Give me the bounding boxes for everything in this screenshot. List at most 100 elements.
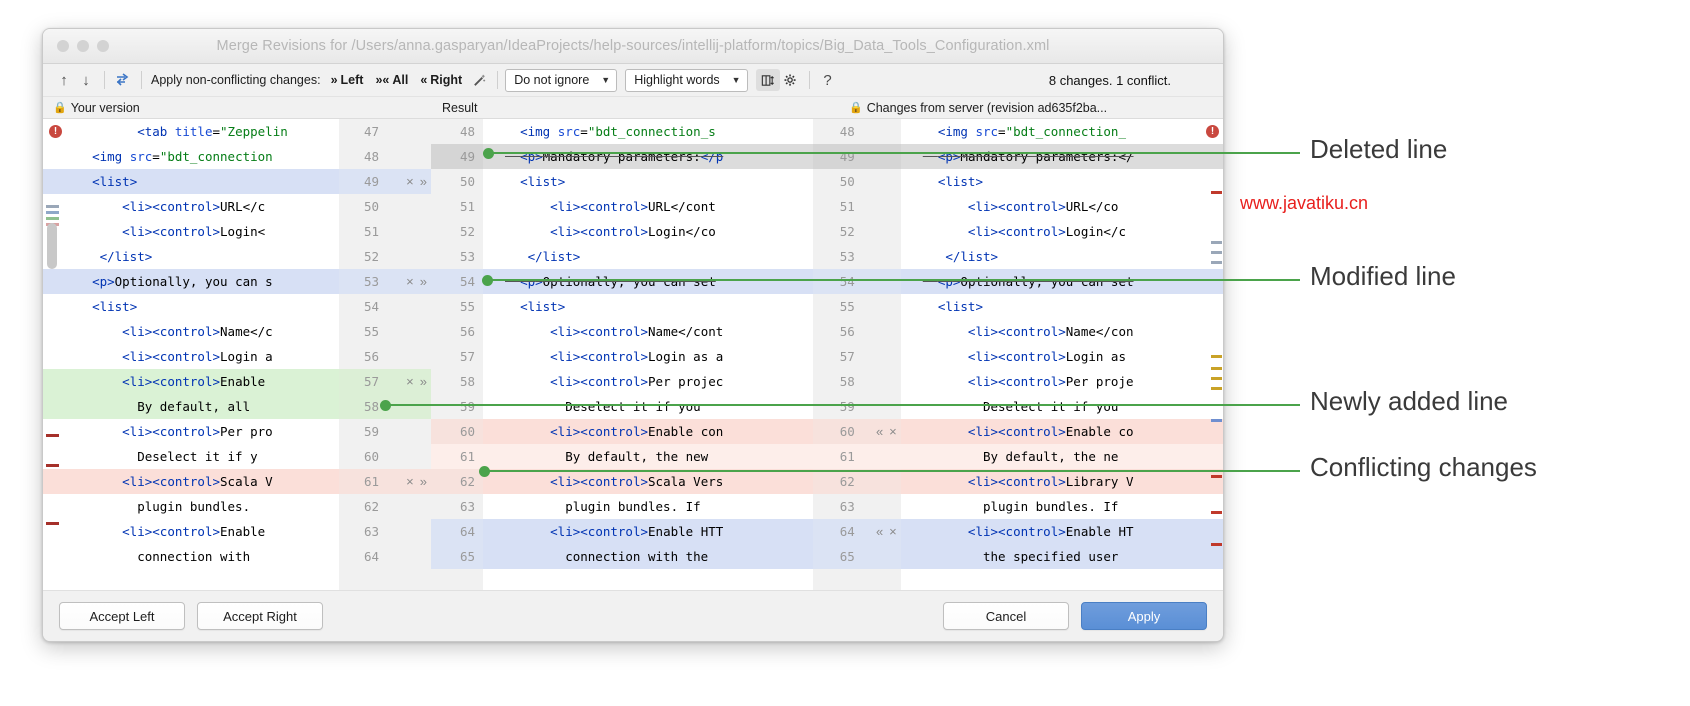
- highlight-policy-select[interactable]: Highlight words ▼: [625, 69, 747, 92]
- gear-icon[interactable]: [780, 69, 802, 91]
- diff-action-cell[interactable]: ×»: [387, 169, 431, 194]
- apply-button[interactable]: Apply: [1081, 602, 1207, 630]
- code-line: <list>: [43, 294, 339, 319]
- error-stripe-marker[interactable]: [1211, 511, 1222, 514]
- apply-change-icon[interactable]: «: [876, 524, 883, 539]
- code-line: <li><control>Enable HTT: [483, 519, 813, 544]
- error-icon[interactable]: !: [49, 125, 62, 138]
- code-line: <list>: [483, 169, 813, 194]
- magic-wand-icon[interactable]: [468, 69, 490, 91]
- right-error-stripe[interactable]: [1210, 119, 1223, 590]
- code-line: <li><control>Enable co: [901, 419, 1223, 444]
- error-stripe-marker[interactable]: [1211, 387, 1222, 390]
- ignore-change-icon[interactable]: ×: [889, 524, 897, 539]
- code-line: <p>Optionally, you can set: [483, 269, 813, 294]
- error-stripe-marker[interactable]: [1211, 377, 1222, 380]
- apply-change-icon[interactable]: »: [420, 474, 427, 489]
- toolbar-divider-2: [141, 71, 142, 89]
- ignore-change-icon[interactable]: ×: [406, 474, 414, 489]
- next-difference-icon[interactable]: ↓: [75, 69, 97, 91]
- diff-action-cell[interactable]: ×»: [387, 269, 431, 294]
- line-number: 63: [431, 494, 483, 519]
- code-line: By default, all: [43, 394, 339, 419]
- line-number: 58: [813, 369, 861, 394]
- result-pane[interactable]: <img src="bdt_connection_s <p>Mandatory …: [483, 119, 813, 590]
- left-version-pane[interactable]: <tab title="Zeppelin! <img src="bdt_conn…: [43, 119, 339, 590]
- apply-nonconflicting-label: Apply non-conflicting changes:: [151, 73, 321, 87]
- diff-action-cell: [861, 169, 901, 194]
- changes-status: 8 changes. 1 conflict.: [1049, 73, 1213, 88]
- error-stripe-marker[interactable]: [1211, 419, 1222, 422]
- code-line: the specified user: [901, 544, 1223, 569]
- apply-all-icon[interactable]: [112, 69, 134, 91]
- code-line: <li><control>Login</c: [901, 219, 1223, 244]
- callout-leader-line-inner: [488, 152, 1196, 154]
- diff-action-cell[interactable]: ×»: [387, 469, 431, 494]
- error-stripe-marker[interactable]: [1211, 261, 1222, 264]
- question-mark-icon[interactable]: ?: [817, 69, 839, 91]
- chevron-down-icon: ▼: [601, 75, 610, 85]
- code-line: <li><control>Login as a: [483, 344, 813, 369]
- error-stripe-marker[interactable]: [1211, 475, 1222, 478]
- code-line: </list>: [901, 244, 1223, 269]
- code-line: <list>: [901, 169, 1223, 194]
- left-line-numbers: 474849505152535455565758596061626364: [339, 119, 387, 590]
- code-line: By default, the ne: [901, 444, 1223, 469]
- server-changes-pane[interactable]: <img src="bdt_connection_! <p>Mandatory …: [901, 119, 1223, 590]
- diff-action-cell[interactable]: «×: [861, 419, 901, 444]
- dialog-button-bar: Accept Left Accept Right Cancel Apply: [43, 590, 1223, 641]
- accept-right-button[interactable]: Accept Right: [197, 602, 323, 630]
- line-number: 60: [813, 419, 861, 444]
- code-line: </list>: [43, 244, 339, 269]
- error-stripe-marker[interactable]: [1211, 241, 1222, 244]
- ignore-policy-select[interactable]: Do not ignore ▼: [505, 69, 617, 92]
- apply-change-icon[interactable]: »: [420, 274, 427, 289]
- diff-action-cell[interactable]: «×: [861, 519, 901, 544]
- error-stripe-marker[interactable]: [1211, 367, 1222, 370]
- line-number: 57: [431, 344, 483, 369]
- apply-left-button[interactable]: » Left: [331, 73, 364, 87]
- code-line: <li><control>Enable: [43, 519, 339, 544]
- line-number: 51: [813, 194, 861, 219]
- pane-headers: 🔒 Your version Result 🔒 Changes from ser…: [43, 97, 1223, 118]
- ignore-change-icon[interactable]: ×: [889, 424, 897, 439]
- cancel-button[interactable]: Cancel: [943, 602, 1069, 630]
- chevron-down-icon-2: ▼: [732, 75, 741, 85]
- line-number: 53: [813, 244, 861, 269]
- code-line: <p>Optionally, you can s: [43, 269, 339, 294]
- callout-leader-line: [1195, 152, 1300, 154]
- line-number: 54: [431, 269, 483, 294]
- apply-all-label: All: [392, 73, 408, 87]
- apply-change-icon[interactable]: «: [876, 424, 883, 439]
- apply-right-label: Right: [430, 73, 462, 87]
- ignore-change-icon[interactable]: ×: [406, 274, 414, 289]
- right-action-gutter[interactable]: «×«×: [861, 119, 901, 590]
- previous-difference-icon[interactable]: ↑: [53, 69, 75, 91]
- center-line-numbers: 48495051525354555657585960✨6162636465: [431, 119, 483, 590]
- code-line: Deselect it if y: [43, 444, 339, 469]
- line-number: 56: [431, 319, 483, 344]
- diff-action-cell: [861, 444, 901, 469]
- line-number: 61: [813, 444, 861, 469]
- ignore-change-icon[interactable]: ×: [406, 174, 414, 189]
- code-line: connection with: [43, 544, 339, 569]
- diff-action-cell[interactable]: ×»: [387, 369, 431, 394]
- apply-change-icon[interactable]: »: [420, 374, 427, 389]
- diff-action-cell: [861, 294, 901, 319]
- split-editor-icon[interactable]: [756, 69, 780, 91]
- accept-left-button[interactable]: Accept Left: [59, 602, 185, 630]
- error-stripe-marker[interactable]: [1211, 251, 1222, 254]
- apply-all-button[interactable]: »« All: [375, 73, 408, 87]
- code-line: <li><control>Name</con: [901, 319, 1223, 344]
- error-stripe-marker[interactable]: [1211, 355, 1222, 358]
- apply-right-button[interactable]: « Right: [420, 73, 462, 87]
- error-stripe-marker[interactable]: [1211, 191, 1222, 194]
- code-line: <li><control>Enable con: [483, 419, 813, 444]
- line-number: 58: [431, 369, 483, 394]
- apply-change-icon[interactable]: »: [420, 174, 427, 189]
- ignore-change-icon[interactable]: ×: [406, 374, 414, 389]
- error-stripe-marker[interactable]: [1211, 543, 1222, 546]
- callout-label: Newly added line: [1310, 386, 1508, 417]
- left-action-gutter[interactable]: ×»×»×»×»: [387, 119, 431, 590]
- window-title: Merge Revisions for /Users/anna.gasparya…: [43, 38, 1223, 54]
